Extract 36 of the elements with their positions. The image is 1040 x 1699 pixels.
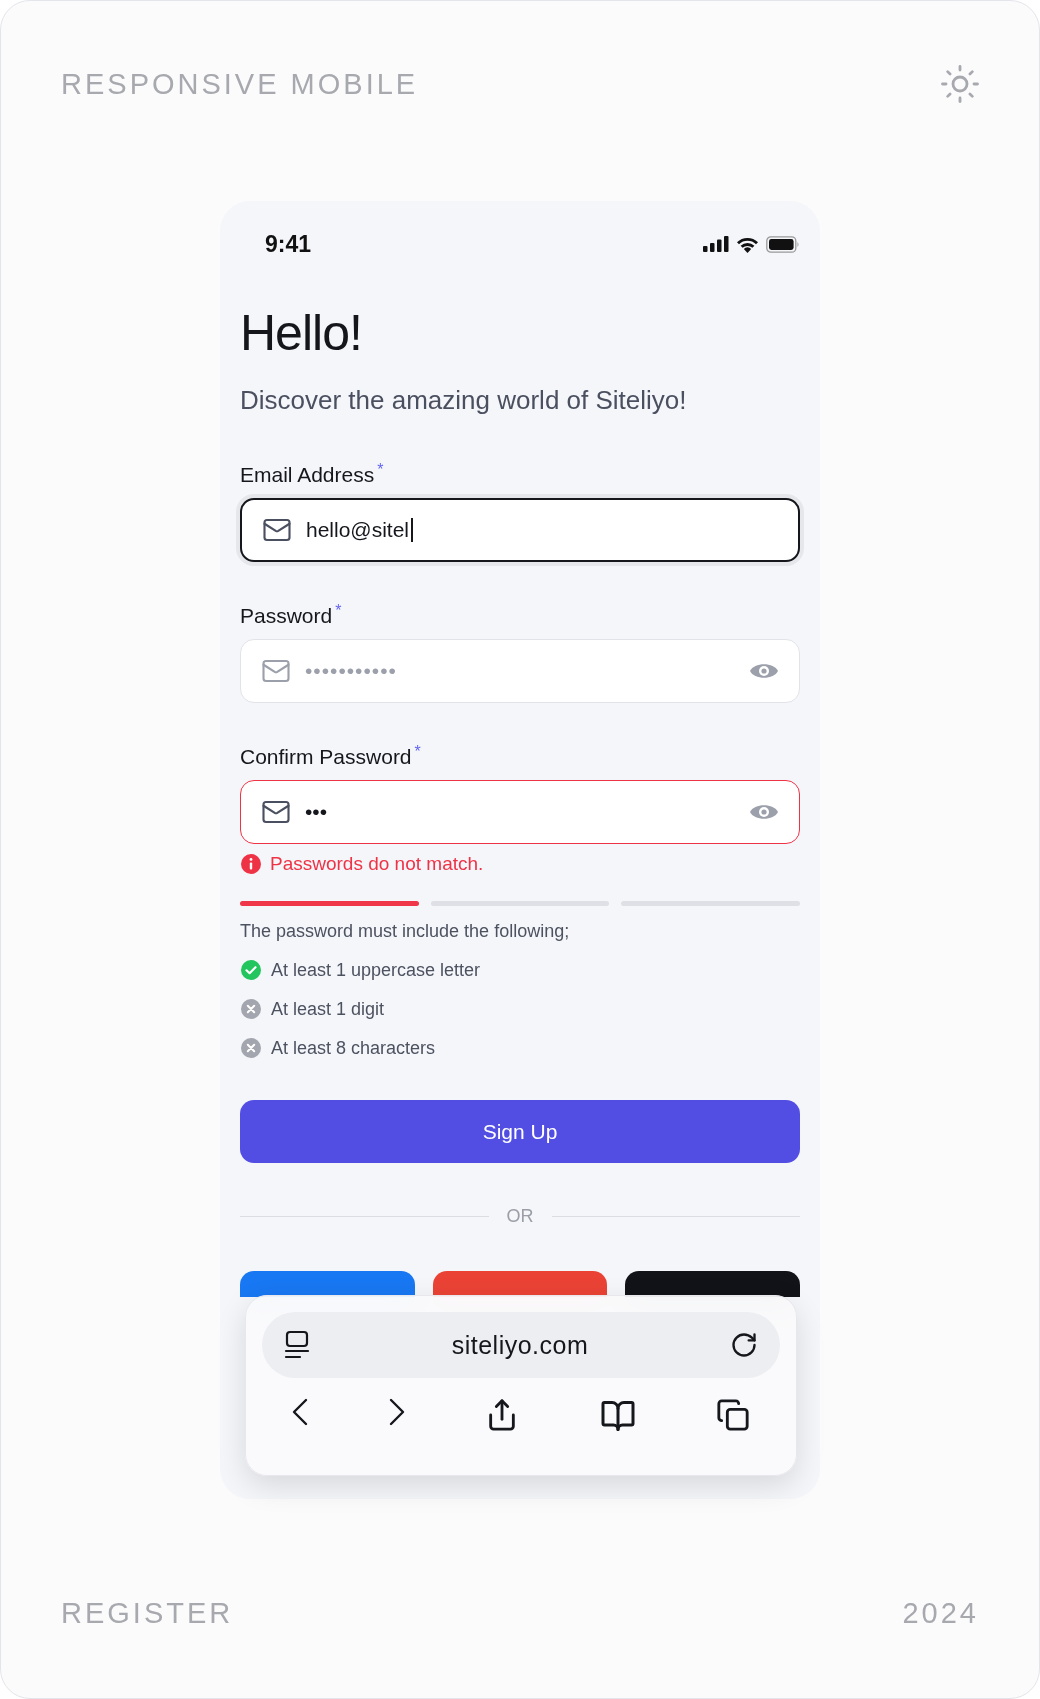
chevron-left-icon — [292, 1398, 308, 1426]
page-heading: Hello! — [240, 304, 363, 363]
page-caption: RESPONSIVE MOBILE — [61, 67, 419, 101]
rule-text: At least 1 digit — [271, 998, 385, 1020]
status-time: 9:41 — [265, 231, 312, 257]
tabs-icon — [716, 1398, 750, 1432]
text-cursor — [411, 518, 414, 542]
field-label: Email Address — [240, 462, 375, 488]
reader-icon[interactable] — [284, 1330, 310, 1360]
social-login-button[interactable] — [625, 1271, 800, 1297]
field-label: Confirm Password — [240, 744, 412, 770]
required-mark: * — [414, 744, 421, 760]
wifi-icon — [736, 235, 759, 253]
required-mark: * — [335, 603, 342, 619]
address-bar[interactable]: siteliyo.com — [262, 1312, 780, 1378]
required-mark: * — [377, 462, 384, 478]
divider-label: OR — [506, 1205, 534, 1227]
field-label: Password — [240, 603, 333, 629]
page-caption: REGISTER — [61, 1596, 234, 1630]
chevron-right-icon — [388, 1398, 405, 1426]
rules-heading: The password must include the following; — [240, 920, 571, 942]
field-placeholder: ••••••••••• — [305, 658, 397, 684]
signal-icon — [703, 236, 729, 252]
alert-icon — [240, 853, 262, 875]
rule-text: At least 1 uppercase letter — [271, 959, 481, 981]
page-subtitle: Discover the amazing world of Siteliyo! — [240, 384, 688, 417]
error-message: Passwords do not match. — [270, 853, 484, 875]
field-value: ••• — [305, 799, 328, 825]
reload-icon[interactable] — [730, 1331, 758, 1359]
sign-up-button[interactable]: Sign Up — [240, 1100, 800, 1163]
field-value: hello@sitel — [306, 517, 410, 543]
year-label: 2024 — [902, 1596, 979, 1630]
rule-text: At least 8 characters — [271, 1037, 436, 1059]
book-icon — [599, 1398, 636, 1434]
input-field[interactable]: ••• — [240, 780, 800, 844]
url-text: siteliyo.com — [451, 1330, 589, 1360]
